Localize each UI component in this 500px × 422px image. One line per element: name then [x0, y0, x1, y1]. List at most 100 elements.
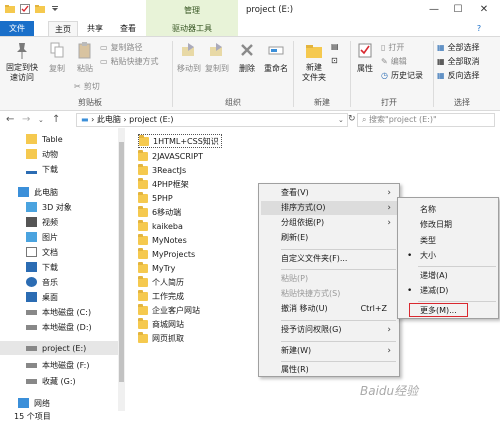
- menu-item-label: 新建(W): [281, 346, 312, 355]
- list-item[interactable]: 企业客户网站: [138, 303, 200, 317]
- paste-button[interactable]: 粘贴: [74, 41, 96, 74]
- menu-item-view[interactable]: 查看(V) ›: [281, 186, 397, 200]
- nav-item-videos[interactable]: 视频: [0, 215, 118, 229]
- nav-item-network[interactable]: 网络: [0, 396, 118, 410]
- nav-scrollbar-thumb[interactable]: [119, 142, 124, 382]
- address-bar[interactable]: ▬ › 此电脑 › project (E:): [76, 113, 348, 127]
- menu-item-refresh[interactable]: 刷新(E): [281, 231, 397, 245]
- sort-by-type[interactable]: 类型: [420, 234, 498, 248]
- up-arrow-icon[interactable]: ↑: [52, 114, 60, 125]
- list-item[interactable]: 工作完成: [138, 289, 184, 303]
- tab-file[interactable]: 文件: [0, 21, 34, 36]
- move-to-button[interactable]: 移动到: [176, 41, 202, 74]
- history-button[interactable]: ◷ 历史记录: [381, 70, 423, 81]
- nav-item-label: 下载: [42, 262, 58, 272]
- breadcrumb-project[interactable]: project (E:): [129, 115, 173, 124]
- paste-shortcut-label: 粘贴快捷方式: [110, 57, 159, 66]
- new-folder-icon[interactable]: [34, 3, 46, 15]
- close-button[interactable]: ✕: [472, 2, 496, 18]
- edit-button[interactable]: ✎ 编辑: [381, 56, 407, 67]
- sort-by-name[interactable]: 名称: [420, 203, 498, 217]
- nav-scrollbar[interactable]: [118, 128, 125, 411]
- refresh-icon[interactable]: ↻: [348, 114, 356, 124]
- nav-item-3d-objects[interactable]: 3D 对象: [0, 200, 118, 214]
- help-icon[interactable]: ?: [472, 21, 486, 36]
- nav-item-downloads[interactable]: 下载: [0, 162, 118, 176]
- list-item[interactable]: 2JAVASCRIPT: [138, 149, 203, 163]
- list-item[interactable]: 商城网站: [138, 317, 184, 331]
- select-none-button[interactable]: ▦ 全部取消: [437, 56, 480, 67]
- list-item[interactable]: 6移动端: [138, 205, 181, 219]
- properties-check-icon[interactable]: [19, 3, 31, 15]
- delete-button[interactable]: 删除: [236, 41, 258, 74]
- minimize-button[interactable]: —: [422, 2, 446, 18]
- properties-button[interactable]: 属性: [354, 41, 376, 74]
- tab-home[interactable]: 主页: [48, 21, 78, 36]
- nav-item-table[interactable]: Table: [0, 132, 118, 146]
- list-item[interactable]: kaikeba: [138, 219, 183, 233]
- rename-button[interactable]: 重命名: [262, 41, 290, 74]
- list-item[interactable]: MyProjects: [138, 247, 195, 261]
- forward-arrow-icon[interactable]: →: [22, 114, 30, 125]
- select-all-button[interactable]: ▦ 全部选择: [437, 42, 480, 53]
- paste-shortcut-button[interactable]: ▭ 粘贴快捷方式: [100, 56, 159, 67]
- invert-selection-button[interactable]: ▦ 反向选择: [437, 70, 480, 81]
- tab-view[interactable]: 查看: [113, 21, 143, 36]
- open-button[interactable]: ▯ 打开: [381, 42, 404, 53]
- menu-item-group-by[interactable]: 分组依据(P) ›: [281, 216, 397, 230]
- cut-button[interactable]: ✂ 剪切: [74, 81, 100, 92]
- new-item-button[interactable]: ▤: [331, 42, 339, 51]
- list-item[interactable]: 4PHP框架: [138, 177, 189, 191]
- nav-item-drive-e[interactable]: project (E:): [0, 341, 118, 355]
- tab-drive-tools[interactable]: 驱动器工具: [146, 21, 238, 36]
- address-dropdown-icon[interactable]: ⌄: [338, 116, 344, 124]
- copy-to-button[interactable]: 复制到: [204, 41, 230, 74]
- menu-item-sort-by[interactable]: 排序方式(O) ›: [261, 201, 397, 215]
- list-item[interactable]: MyNotes: [138, 233, 187, 247]
- list-item[interactable]: 5PHP: [138, 191, 173, 205]
- menu-item-paste[interactable]: 粘贴(P): [281, 272, 397, 286]
- menu-item-grant-access[interactable]: 授予访问权限(G) ›: [281, 323, 397, 337]
- nav-item-this-pc[interactable]: 此电脑: [0, 185, 118, 199]
- list-item[interactable]: 个人简历: [138, 275, 184, 289]
- open-label: 打开: [388, 43, 405, 52]
- nav-item-drive-f[interactable]: 本地磁盘 (F:): [0, 358, 118, 372]
- customize-dropdown-icon[interactable]: [49, 3, 61, 15]
- easy-access-button[interactable]: ⊡: [331, 56, 338, 65]
- folder-name: MyProjects: [152, 249, 196, 259]
- nav-item-animals[interactable]: 动物: [0, 147, 118, 161]
- sort-ascending[interactable]: 递增(A): [420, 269, 498, 283]
- recent-dropdown-icon[interactable]: ⌄: [38, 116, 44, 124]
- pin-quick-access-button[interactable]: 固定到快 速访问: [6, 41, 38, 83]
- list-item[interactable]: 1HTML+CSS知识: [138, 134, 222, 148]
- menu-item-customize-folder[interactable]: 自定义文件夹(F)...: [281, 252, 397, 266]
- menu-item-properties[interactable]: 属性(R): [281, 363, 397, 377]
- nav-item-downloads-pc[interactable]: 下载: [0, 260, 118, 274]
- list-item[interactable]: MyTry: [138, 261, 175, 275]
- menu-item-undo-move[interactable]: 撤消 移动(U) Ctrl+Z: [281, 302, 397, 316]
- breadcrumb-this-pc[interactable]: 此电脑: [97, 115, 121, 124]
- sort-by-date[interactable]: 修改日期: [420, 218, 498, 232]
- nav-item-drive-c[interactable]: 本地磁盘 (C:): [0, 305, 118, 319]
- nav-item-music[interactable]: 音乐: [0, 275, 118, 289]
- video-icon: [26, 217, 37, 227]
- nav-item-pictures[interactable]: 图片: [0, 230, 118, 244]
- nav-item-documents[interactable]: 文档: [0, 245, 118, 259]
- nav-item-desktop[interactable]: 桌面: [0, 290, 118, 304]
- maximize-button[interactable]: ☐: [446, 2, 470, 18]
- back-arrow-icon[interactable]: ←: [6, 114, 14, 125]
- sort-by-size[interactable]: • 大小: [407, 249, 498, 263]
- nav-item-drive-g[interactable]: 收藏 (G:): [0, 374, 118, 388]
- search-input[interactable]: ⌕ 搜索"project (E:)": [357, 113, 495, 127]
- copy-path-button[interactable]: ▭ 复制路径: [100, 42, 143, 53]
- menu-item-paste-shortcut[interactable]: 粘贴快捷方式(S): [281, 287, 397, 301]
- list-item[interactable]: 3ReactJs: [138, 163, 186, 177]
- organize-group-label: 组织: [225, 98, 241, 107]
- nav-item-drive-d[interactable]: 本地磁盘 (D:): [0, 320, 118, 334]
- sort-descending[interactable]: • 递减(D): [407, 284, 498, 298]
- menu-item-new[interactable]: 新建(W) ›: [281, 344, 397, 358]
- tab-share[interactable]: 共享: [80, 21, 110, 36]
- copy-button[interactable]: 复制: [46, 41, 68, 74]
- list-item[interactable]: 网页抓取: [138, 331, 184, 345]
- new-folder-button[interactable]: 新建 文件夹: [297, 41, 331, 83]
